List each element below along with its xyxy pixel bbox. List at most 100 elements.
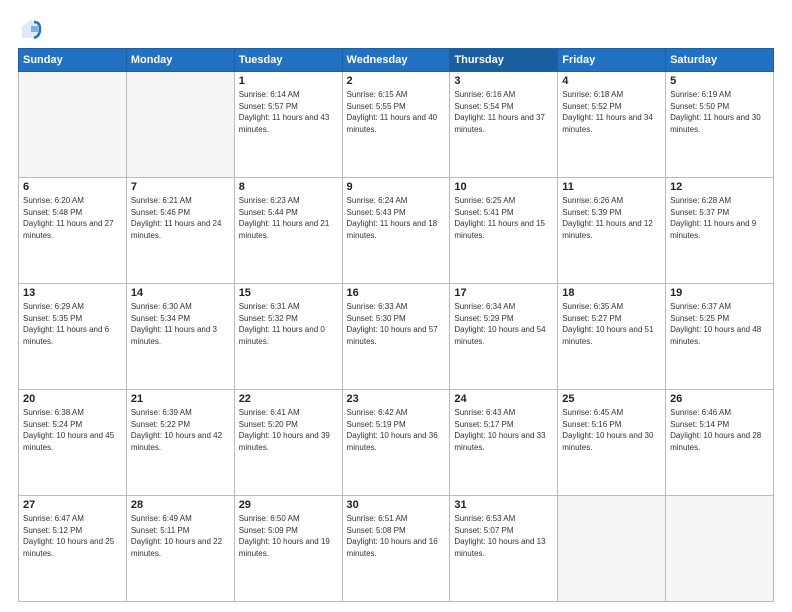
calendar-cell: 2 Sunrise: 6:15 AMSunset: 5:55 PMDaylight… xyxy=(342,72,450,178)
day-info: Sunrise: 6:26 AMSunset: 5:39 PMDaylight:… xyxy=(562,195,661,241)
calendar-cell: 24Sunrise: 6:43 AMSunset: 5:17 PMDayligh… xyxy=(450,390,558,496)
calendar-cell: 9 Sunrise: 6:24 AMSunset: 5:43 PMDaylight… xyxy=(342,178,450,284)
calendar-cell: 12 Sunrise: 6:28 AMSunset: 5:37 PMDayligh… xyxy=(666,178,774,284)
day-number: 16 xyxy=(347,287,446,299)
day-info: Sunrise: 6:45 AMSunset: 5:16 PMDaylight:… xyxy=(562,407,661,453)
calendar-week-4: 20 Sunrise: 6:38 AMSunset: 5:24 PMDayligh… xyxy=(19,390,774,496)
calendar-cell: 22 Sunrise: 6:41 AMSunset: 5:20 PMDayligh… xyxy=(234,390,342,496)
calendar-cell: 21 Sunrise: 6:39 AMSunset: 5:22 PMDayligh… xyxy=(126,390,234,496)
calendar-cell: 1 Sunrise: 6:14 AMSunset: 5:57 PMDaylight… xyxy=(234,72,342,178)
day-number: 3 xyxy=(454,75,553,87)
weekday-header-tuesday: Tuesday xyxy=(234,49,342,72)
calendar-cell: 4Sunrise: 6:18 AMSunset: 5:52 PMDaylight… xyxy=(558,72,666,178)
calendar-cell: 10 Sunrise: 6:25 AMSunset: 5:41 PMDayligh… xyxy=(450,178,558,284)
day-info: Sunrise: 6:46 AMSunset: 5:14 PMDaylight:… xyxy=(670,407,769,453)
day-number: 19 xyxy=(670,287,769,299)
day-info: Sunrise: 6:20 AMSunset: 5:48 PMDaylight:… xyxy=(23,195,122,241)
day-number: 10 xyxy=(454,181,553,193)
day-info: Sunrise: 6:31 AMSunset: 5:32 PMDaylight:… xyxy=(239,301,338,347)
calendar-week-3: 13Sunrise: 6:29 AMSunset: 5:35 PMDayligh… xyxy=(19,284,774,390)
day-info: Sunrise: 6:50 AMSunset: 5:09 PMDaylight:… xyxy=(239,513,338,559)
calendar-cell: 27 Sunrise: 6:47 AMSunset: 5:12 PMDayligh… xyxy=(19,496,127,602)
page: SundayMondayTuesdayWednesdayThursdayFrid… xyxy=(0,0,792,612)
day-info: Sunrise: 6:43 AMSunset: 5:17 PMDaylight:… xyxy=(454,407,553,453)
calendar-cell: 7Sunrise: 6:21 AMSunset: 5:46 PMDaylight… xyxy=(126,178,234,284)
day-number: 27 xyxy=(23,499,122,511)
calendar-cell: 17Sunrise: 6:34 AMSunset: 5:29 PMDayligh… xyxy=(450,284,558,390)
calendar-cell xyxy=(666,496,774,602)
day-info: Sunrise: 6:35 AMSunset: 5:27 PMDaylight:… xyxy=(562,301,661,347)
day-info: Sunrise: 6:39 AMSunset: 5:22 PMDaylight:… xyxy=(131,407,230,453)
calendar-cell: 26 Sunrise: 6:46 AMSunset: 5:14 PMDayligh… xyxy=(666,390,774,496)
day-number: 9 xyxy=(347,181,446,193)
day-info: Sunrise: 6:24 AMSunset: 5:43 PMDaylight:… xyxy=(347,195,446,241)
calendar-week-1: 1 Sunrise: 6:14 AMSunset: 5:57 PMDaylight… xyxy=(19,72,774,178)
calendar-cell: 28Sunrise: 6:49 AMSunset: 5:11 PMDayligh… xyxy=(126,496,234,602)
calendar-cell: 16 Sunrise: 6:33 AMSunset: 5:30 PMDayligh… xyxy=(342,284,450,390)
day-number: 1 xyxy=(239,75,338,87)
day-number: 6 xyxy=(23,181,122,193)
weekday-header-wednesday: Wednesday xyxy=(342,49,450,72)
day-number: 26 xyxy=(670,393,769,405)
day-number: 31 xyxy=(454,499,553,511)
day-number: 20 xyxy=(23,393,122,405)
day-number: 18 xyxy=(562,287,661,299)
day-number: 30 xyxy=(347,499,446,511)
calendar-cell: 11 Sunrise: 6:26 AMSunset: 5:39 PMDayligh… xyxy=(558,178,666,284)
day-info: Sunrise: 6:37 AMSunset: 5:25 PMDaylight:… xyxy=(670,301,769,347)
calendar-cell: 30 Sunrise: 6:51 AMSunset: 5:08 PMDayligh… xyxy=(342,496,450,602)
calendar-cell xyxy=(126,72,234,178)
logo-icon xyxy=(20,18,42,40)
day-number: 22 xyxy=(239,393,338,405)
day-info: Sunrise: 6:53 AMSunset: 5:07 PMDaylight:… xyxy=(454,513,553,559)
day-info: Sunrise: 6:49 AMSunset: 5:11 PMDaylight:… xyxy=(131,513,230,559)
day-number: 2 xyxy=(347,75,446,87)
weekday-header-row: SundayMondayTuesdayWednesdayThursdayFrid… xyxy=(19,49,774,72)
day-info: Sunrise: 6:18 AMSunset: 5:52 PMDaylight:… xyxy=(562,89,661,135)
day-info: Sunrise: 6:41 AMSunset: 5:20 PMDaylight:… xyxy=(239,407,338,453)
calendar-cell: 31 Sunrise: 6:53 AMSunset: 5:07 PMDayligh… xyxy=(450,496,558,602)
calendar-cell: 14 Sunrise: 6:30 AMSunset: 5:34 PMDayligh… xyxy=(126,284,234,390)
calendar-cell: 15 Sunrise: 6:31 AMSunset: 5:32 PMDayligh… xyxy=(234,284,342,390)
calendar-cell: 3 Sunrise: 6:16 AMSunset: 5:54 PMDaylight… xyxy=(450,72,558,178)
calendar-cell: 20 Sunrise: 6:38 AMSunset: 5:24 PMDayligh… xyxy=(19,390,127,496)
calendar-cell: 5Sunrise: 6:19 AMSunset: 5:50 PMDaylight… xyxy=(666,72,774,178)
day-number: 14 xyxy=(131,287,230,299)
day-info: Sunrise: 6:16 AMSunset: 5:54 PMDaylight:… xyxy=(454,89,553,135)
calendar-cell: 29Sunrise: 6:50 AMSunset: 5:09 PMDayligh… xyxy=(234,496,342,602)
calendar-cell xyxy=(19,72,127,178)
day-number: 15 xyxy=(239,287,338,299)
day-info: Sunrise: 6:21 AMSunset: 5:46 PMDaylight:… xyxy=(131,195,230,241)
day-info: Sunrise: 6:25 AMSunset: 5:41 PMDaylight:… xyxy=(454,195,553,241)
day-info: Sunrise: 6:51 AMSunset: 5:08 PMDaylight:… xyxy=(347,513,446,559)
logo xyxy=(18,18,42,40)
calendar-week-5: 27 Sunrise: 6:47 AMSunset: 5:12 PMDayligh… xyxy=(19,496,774,602)
day-info: Sunrise: 6:14 AMSunset: 5:57 PMDaylight:… xyxy=(239,89,338,135)
calendar-cell: 23Sunrise: 6:42 AMSunset: 5:19 PMDayligh… xyxy=(342,390,450,496)
day-info: Sunrise: 6:15 AMSunset: 5:55 PMDaylight:… xyxy=(347,89,446,135)
day-number: 21 xyxy=(131,393,230,405)
calendar-table: SundayMondayTuesdayWednesdayThursdayFrid… xyxy=(18,48,774,602)
day-info: Sunrise: 6:47 AMSunset: 5:12 PMDaylight:… xyxy=(23,513,122,559)
day-number: 11 xyxy=(562,181,661,193)
day-number: 12 xyxy=(670,181,769,193)
weekday-header-saturday: Saturday xyxy=(666,49,774,72)
day-number: 8 xyxy=(239,181,338,193)
calendar-cell xyxy=(558,496,666,602)
calendar-cell: 19 Sunrise: 6:37 AMSunset: 5:25 PMDayligh… xyxy=(666,284,774,390)
calendar-week-2: 6 Sunrise: 6:20 AMSunset: 5:48 PMDaylight… xyxy=(19,178,774,284)
day-info: Sunrise: 6:28 AMSunset: 5:37 PMDaylight:… xyxy=(670,195,769,241)
day-info: Sunrise: 6:34 AMSunset: 5:29 PMDaylight:… xyxy=(454,301,553,347)
calendar-cell: 13Sunrise: 6:29 AMSunset: 5:35 PMDayligh… xyxy=(19,284,127,390)
weekday-header-monday: Monday xyxy=(126,49,234,72)
calendar-cell: 8 Sunrise: 6:23 AMSunset: 5:44 PMDaylight… xyxy=(234,178,342,284)
day-info: Sunrise: 6:42 AMSunset: 5:19 PMDaylight:… xyxy=(347,407,446,453)
day-info: Sunrise: 6:23 AMSunset: 5:44 PMDaylight:… xyxy=(239,195,338,241)
day-number: 13 xyxy=(23,287,122,299)
day-info: Sunrise: 6:30 AMSunset: 5:34 PMDaylight:… xyxy=(131,301,230,347)
weekday-header-friday: Friday xyxy=(558,49,666,72)
day-info: Sunrise: 6:33 AMSunset: 5:30 PMDaylight:… xyxy=(347,301,446,347)
calendar-cell: 6 Sunrise: 6:20 AMSunset: 5:48 PMDaylight… xyxy=(19,178,127,284)
day-number: 5 xyxy=(670,75,769,87)
day-info: Sunrise: 6:38 AMSunset: 5:24 PMDaylight:… xyxy=(23,407,122,453)
